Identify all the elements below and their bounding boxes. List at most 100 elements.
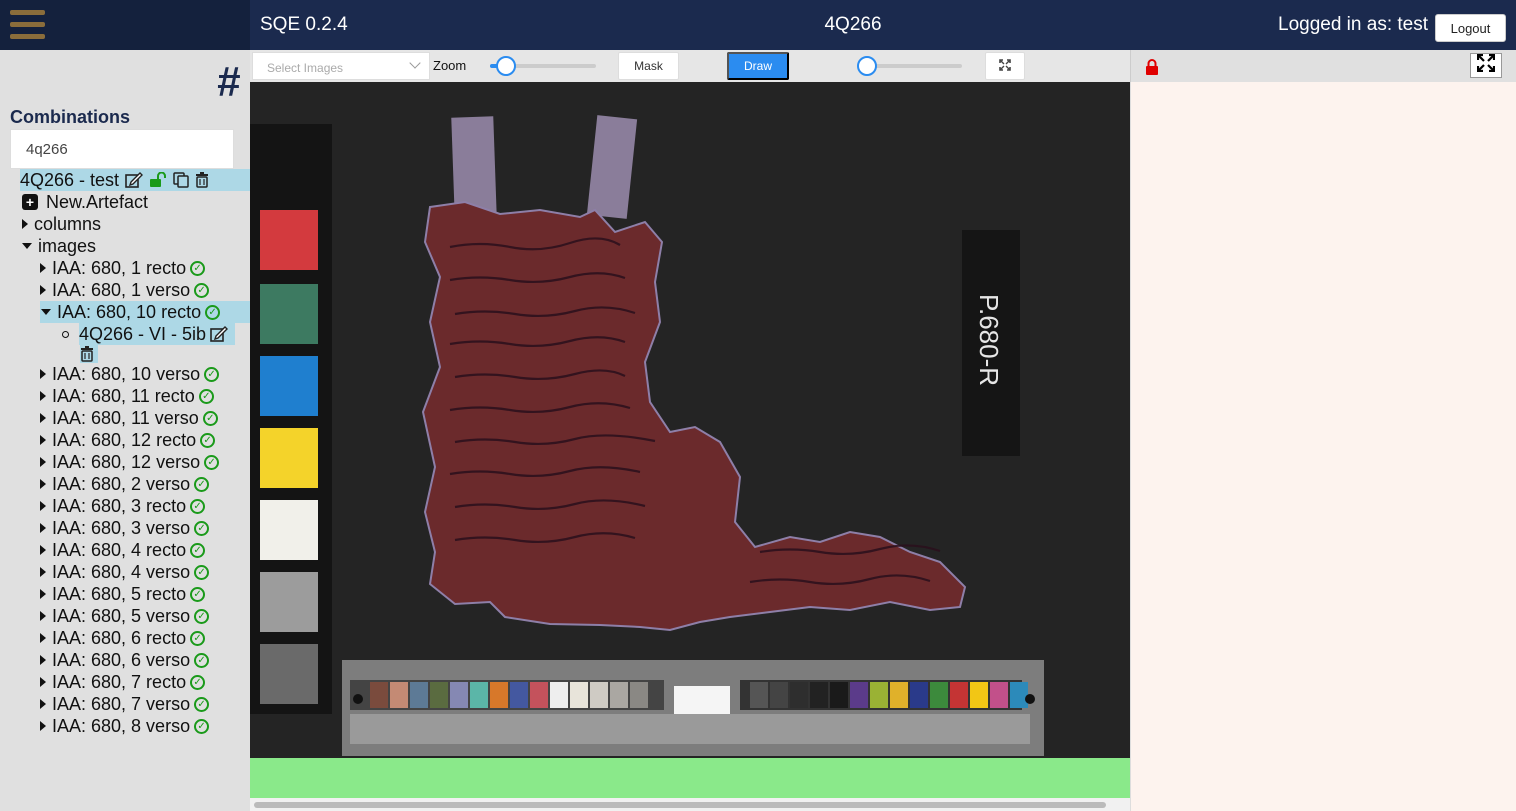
image-item[interactable]: IAA: 680, 4 recto ✓ — [40, 539, 206, 561]
caret-right-icon — [40, 655, 46, 665]
check-circle-icon: ✓ — [200, 432, 216, 448]
trash-icon[interactable] — [80, 346, 94, 362]
scrollbar-thumb[interactable] — [254, 802, 1106, 808]
image-item[interactable]: IAA: 680, 12 verso ✓ — [40, 451, 220, 473]
check-circle-icon: ✓ — [190, 498, 206, 514]
plus-square-icon: + — [22, 194, 38, 210]
check-circle-icon: ✓ — [194, 652, 210, 668]
caret-right-icon — [40, 523, 46, 533]
status-bar — [250, 758, 1130, 798]
combination-search-input[interactable] — [10, 129, 234, 169]
image-item[interactable]: IAA: 680, 1 verso ✓ — [40, 279, 210, 301]
text-panel — [1130, 82, 1516, 811]
edit-icon[interactable] — [210, 326, 229, 342]
zoom-slider[interactable] — [490, 56, 596, 76]
horizontal-scrollbar[interactable] — [250, 798, 1130, 811]
expand-button[interactable] — [1470, 53, 1502, 78]
caret-right-icon — [40, 567, 46, 577]
edit-icon[interactable] — [125, 172, 144, 188]
image-item[interactable]: IAA: 680, 3 verso ✓ — [40, 517, 210, 539]
check-circle-icon: ✓ — [204, 454, 220, 470]
image-item[interactable]: IAA: 680, 7 recto ✓ — [40, 671, 206, 693]
new-artefact-label: New.Artefact — [46, 191, 149, 212]
new-artefact-item[interactable]: + New.Artefact — [22, 191, 148, 213]
image-label: IAA: 680, 5 verso — [52, 605, 191, 626]
mask-button[interactable]: Mask — [618, 52, 679, 80]
copy-icon[interactable] — [173, 172, 189, 188]
caret-right-icon — [40, 285, 46, 295]
combination-item[interactable]: 4Q266 - test — [20, 169, 250, 191]
image-item[interactable]: IAA: 680, 10 verso ✓ — [40, 363, 220, 385]
images-label: images — [38, 235, 97, 256]
check-circle-icon: ✓ — [190, 260, 206, 276]
caret-right-icon — [40, 699, 46, 709]
images-node[interactable]: images — [22, 235, 96, 257]
image-item[interactable]: IAA: 680, 7 verso ✓ — [40, 693, 210, 715]
trash-icon[interactable] — [195, 172, 209, 188]
zoom-label: Zoom — [433, 58, 467, 73]
image-item[interactable]: IAA: 680, 11 verso ✓ — [40, 407, 218, 429]
draw-button[interactable]: Draw — [727, 52, 789, 80]
fullscreen-button[interactable] — [985, 52, 1025, 80]
artefact-label: 4Q266 - VI - 5ib — [79, 323, 207, 344]
expand-arrows-icon — [1476, 53, 1496, 77]
image-item[interactable]: IAA: 680, 11 recto ✓ — [40, 385, 214, 407]
select-images-dropdown[interactable]: Select Images — [252, 52, 430, 80]
image-item[interactable]: IAA: 680, 3 recto ✓ — [40, 495, 206, 517]
image-label: IAA: 680, 12 recto — [52, 429, 197, 450]
image-label: IAA: 680, 1 verso — [52, 279, 191, 300]
check-circle-icon: ✓ — [194, 564, 210, 580]
image-label: IAA: 680, 7 recto — [52, 671, 187, 692]
check-circle-icon: ✓ — [190, 630, 206, 646]
check-circle-icon: ✓ — [194, 476, 210, 492]
brush-size-slider[interactable] — [857, 56, 962, 76]
caret-right-icon — [40, 435, 46, 445]
image-item[interactable]: IAA: 680, 1 recto ✓ — [40, 257, 206, 279]
expand-icon — [999, 58, 1011, 74]
zoom-slider-handle[interactable] — [495, 56, 516, 76]
image-item[interactable]: IAA: 680, 5 verso ✓ — [40, 605, 210, 627]
artefact-trash[interactable] — [80, 345, 98, 363]
check-circle-icon: ✓ — [198, 388, 214, 404]
caret-right-icon — [40, 391, 46, 401]
caret-right-icon — [40, 501, 46, 511]
check-circle-icon: ✓ — [190, 674, 206, 690]
image-item[interactable]: IAA: 680, 2 verso ✓ — [40, 473, 210, 495]
image-label: IAA: 680, 12 verso — [52, 451, 201, 472]
image-item[interactable]: IAA: 680, 8 verso ✓ — [40, 715, 210, 737]
image-item[interactable]: IAA: 680, 5 recto ✓ — [40, 583, 206, 605]
image-item-selected[interactable]: IAA: 680, 10 recto ✓ — [40, 301, 250, 323]
check-circle-icon: ✓ — [194, 718, 210, 734]
image-label: IAA: 680, 11 verso — [52, 407, 199, 428]
caret-right-icon — [40, 677, 46, 687]
image-item[interactable]: IAA: 680, 12 recto ✓ — [40, 429, 216, 451]
image-label: IAA: 680, 5 recto — [52, 583, 187, 604]
plate-label: P.680-R — [974, 294, 1004, 386]
check-circle-icon: ✓ — [190, 586, 206, 602]
unlock-icon[interactable] — [149, 172, 167, 188]
artefact-item[interactable]: 4Q266 - VI - 5ib — [62, 323, 235, 345]
columns-node[interactable]: columns — [22, 213, 101, 235]
image-item[interactable]: IAA: 680, 6 recto ✓ — [40, 627, 206, 649]
hash-icon: # — [216, 58, 240, 105]
caret-right-icon — [22, 219, 28, 229]
top-navbar: SQE 0.2.4 4Q266 Logged in as: test Logou… — [0, 0, 1516, 50]
image-label: IAA: 680, 10 verso — [52, 363, 201, 384]
image-item[interactable]: IAA: 680, 4 verso ✓ — [40, 561, 210, 583]
text-panel-header — [1130, 50, 1516, 82]
fragment-image: P.680-R — [250, 115, 1044, 756]
check-circle-icon: ✓ — [204, 366, 220, 382]
lock-icon[interactable] — [1145, 59, 1159, 80]
image-item[interactable]: IAA: 680, 6 verso ✓ — [40, 649, 210, 671]
columns-label: columns — [34, 213, 102, 234]
image-label: IAA: 680, 4 verso — [52, 561, 191, 582]
image-label: IAA: 680, 3 recto — [52, 495, 187, 516]
caret-right-icon — [40, 633, 46, 643]
check-circle-icon: ✓ — [202, 410, 218, 426]
caret-right-icon — [40, 369, 46, 379]
image-canvas[interactable]: P.680-R — [250, 82, 1130, 758]
image-label: IAA: 680, 10 recto — [57, 301, 202, 322]
brush-slider-handle[interactable] — [857, 56, 878, 76]
logout-button[interactable]: Logout — [1435, 14, 1506, 42]
image-label: IAA: 680, 2 verso — [52, 473, 191, 494]
